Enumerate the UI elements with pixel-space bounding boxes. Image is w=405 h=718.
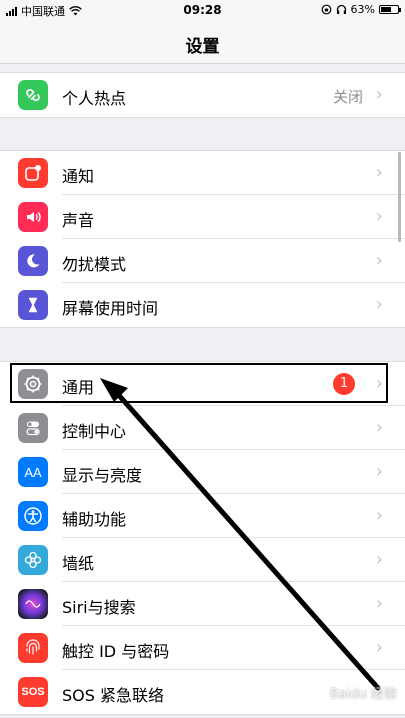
settings-row-hotspot[interactable]: 个人热点 关闭 › bbox=[0, 73, 405, 117]
row-value: 关闭 bbox=[332, 88, 363, 106]
settings-row-touch-id[interactable]: 触控 ID 与密码 › bbox=[0, 626, 405, 670]
navigation-bar: 设置 bbox=[0, 20, 405, 64]
gear-icon bbox=[18, 369, 48, 399]
siri-icon bbox=[18, 589, 48, 619]
watermark: Baidu 经验 bbox=[329, 687, 397, 702]
chevron-right-icon: › bbox=[375, 593, 383, 614]
notification-badge: 1 bbox=[333, 373, 355, 395]
row-label: 显示与亮度 bbox=[62, 466, 143, 485]
row-label: 触控 ID 与密码 bbox=[62, 642, 170, 661]
chevron-right-icon: › bbox=[375, 373, 383, 394]
chevron-right-icon: › bbox=[375, 417, 383, 438]
chevron-right-icon: › bbox=[375, 549, 383, 570]
notifications-icon bbox=[18, 158, 48, 188]
battery-icon bbox=[379, 5, 401, 14]
hotspot-group: 个人热点 关闭 › bbox=[0, 72, 405, 118]
row-label: Siri与搜索 bbox=[62, 598, 136, 617]
settings-row-control-center[interactable]: 控制中心 › bbox=[0, 406, 405, 450]
general-group: 通用 1 › 控制中心 › AA 显示与亮度 › 辅助功能 › 墙纸 › Sir… bbox=[0, 361, 405, 715]
chevron-right-icon: › bbox=[375, 84, 383, 105]
settings-row-screen-time[interactable]: 屏幕使用时间 › bbox=[0, 283, 405, 327]
chevron-right-icon: › bbox=[375, 461, 383, 482]
battery-percent: 63% bbox=[350, 3, 375, 16]
row-label: SOS 紧急联络 bbox=[62, 686, 164, 705]
chevron-right-icon: › bbox=[375, 505, 383, 526]
orientation-lock-icon bbox=[321, 4, 332, 15]
chevron-right-icon: › bbox=[375, 206, 383, 227]
accessibility-icon bbox=[18, 501, 48, 531]
scroll-indicator bbox=[398, 152, 401, 242]
row-label: 通用 bbox=[62, 378, 95, 397]
settings-row-accessibility[interactable]: 辅助功能 › bbox=[0, 494, 405, 538]
headphones-icon bbox=[336, 4, 347, 15]
chevron-right-icon: › bbox=[375, 294, 383, 315]
fingerprint-icon bbox=[18, 633, 48, 663]
moon-icon bbox=[18, 246, 48, 276]
hourglass-icon bbox=[18, 290, 48, 320]
settings-row-siri[interactable]: Siri与搜索 › bbox=[0, 582, 405, 626]
notifications-group: 通知 › 声音 › 勿扰模式 › 屏幕使用时间 › bbox=[0, 150, 405, 328]
settings-row-display[interactable]: AA 显示与亮度 › bbox=[0, 450, 405, 494]
row-label: 屏幕使用时间 bbox=[62, 299, 159, 318]
chevron-right-icon: › bbox=[375, 637, 383, 658]
chevron-right-icon: › bbox=[375, 250, 383, 271]
sounds-icon bbox=[18, 202, 48, 232]
display-icon: AA bbox=[18, 457, 48, 487]
settings-row-general[interactable]: 通用 1 › bbox=[0, 362, 405, 406]
hotspot-icon bbox=[18, 80, 48, 110]
chevron-right-icon: › bbox=[375, 162, 383, 183]
row-label: 个人热点 bbox=[62, 89, 127, 108]
settings-row-do-not-disturb[interactable]: 勿扰模式 › bbox=[0, 239, 405, 283]
page-title: 设置 bbox=[185, 37, 220, 57]
wallpaper-icon bbox=[18, 545, 48, 575]
settings-row-sounds[interactable]: 声音 › bbox=[0, 195, 405, 239]
row-label: 声音 bbox=[62, 211, 95, 230]
sos-icon: SOS bbox=[18, 677, 48, 707]
row-label: 墙纸 bbox=[62, 554, 95, 573]
settings-row-wallpaper[interactable]: 墙纸 › bbox=[0, 538, 405, 582]
settings-row-notifications[interactable]: 通知 › bbox=[0, 151, 405, 195]
row-label: 通知 bbox=[62, 167, 95, 186]
status-bar: 中国联通 09:28 63% bbox=[0, 0, 405, 20]
row-label: 辅助功能 bbox=[62, 510, 127, 529]
toggles-icon bbox=[18, 413, 48, 443]
row-label: 控制中心 bbox=[62, 422, 127, 441]
row-label: 勿扰模式 bbox=[62, 255, 127, 274]
